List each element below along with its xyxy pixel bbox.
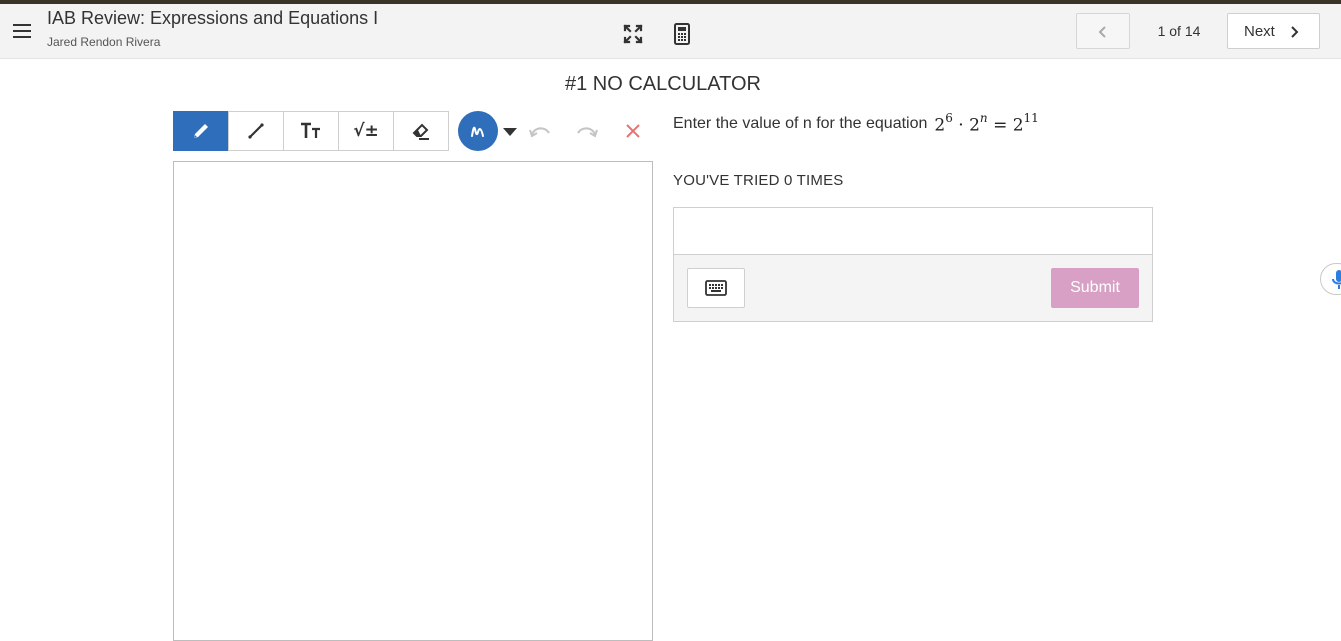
next-button[interactable]: Next (1227, 13, 1320, 49)
calculator-icon[interactable] (670, 22, 694, 46)
submit-button[interactable]: Submit (1051, 268, 1139, 308)
pen-color-button[interactable] (458, 111, 498, 151)
math-symbol-icon: √± (353, 121, 379, 141)
question-heading: #1 NO CALCULATOR (565, 73, 761, 95)
keyboard-icon (705, 280, 727, 296)
undo-icon[interactable] (528, 121, 552, 141)
redo-icon[interactable] (575, 121, 599, 141)
student-name: Jared Rendon Rivera (47, 35, 161, 49)
assignment-title: IAB Review: Expressions and Equations I (47, 8, 379, 28)
drawing-toolbar: √± (173, 111, 449, 151)
keyboard-button[interactable] (687, 268, 745, 308)
question-prompt: Enter the value of n for the equation 26… (673, 111, 1039, 136)
question-prompt-text: Enter the value of n for the equation (673, 115, 928, 133)
page-indicator: 1 of 14 (1157, 23, 1201, 39)
close-icon[interactable] (623, 121, 643, 141)
chevron-down-icon[interactable] (502, 125, 518, 137)
next-button-label: Next (1244, 23, 1275, 40)
microphone-icon (1332, 270, 1341, 289)
question-equation: 26 · 2n = 211 (934, 111, 1039, 136)
menu-icon[interactable] (11, 21, 35, 41)
eraser-icon (412, 123, 429, 140)
pencil-tool-button[interactable] (173, 111, 229, 151)
microphone-button[interactable] (1320, 263, 1341, 295)
text-size-icon (301, 122, 320, 138)
pencil-icon (194, 124, 208, 138)
app-header: IAB Review: Expressions and Equations I … (0, 4, 1341, 59)
drawing-canvas[interactable] (173, 161, 653, 641)
eraser-tool-button[interactable] (393, 111, 449, 151)
answer-panel: Submit (673, 207, 1153, 322)
freehand-stroke-icon (471, 126, 484, 137)
expand-icon[interactable] (621, 22, 645, 46)
answer-input[interactable] (674, 208, 1152, 255)
line-icon (248, 123, 264, 139)
line-tool-button[interactable] (228, 111, 284, 151)
attempts-counter: YOU'VE TRIED 0 TIMES (673, 172, 844, 189)
previous-button[interactable] (1076, 13, 1130, 49)
math-symbol-tool-button[interactable]: √± (338, 111, 394, 151)
chevron-right-icon (1291, 26, 1299, 38)
chevron-left-icon (1098, 26, 1106, 38)
text-tool-button[interactable] (283, 111, 339, 151)
